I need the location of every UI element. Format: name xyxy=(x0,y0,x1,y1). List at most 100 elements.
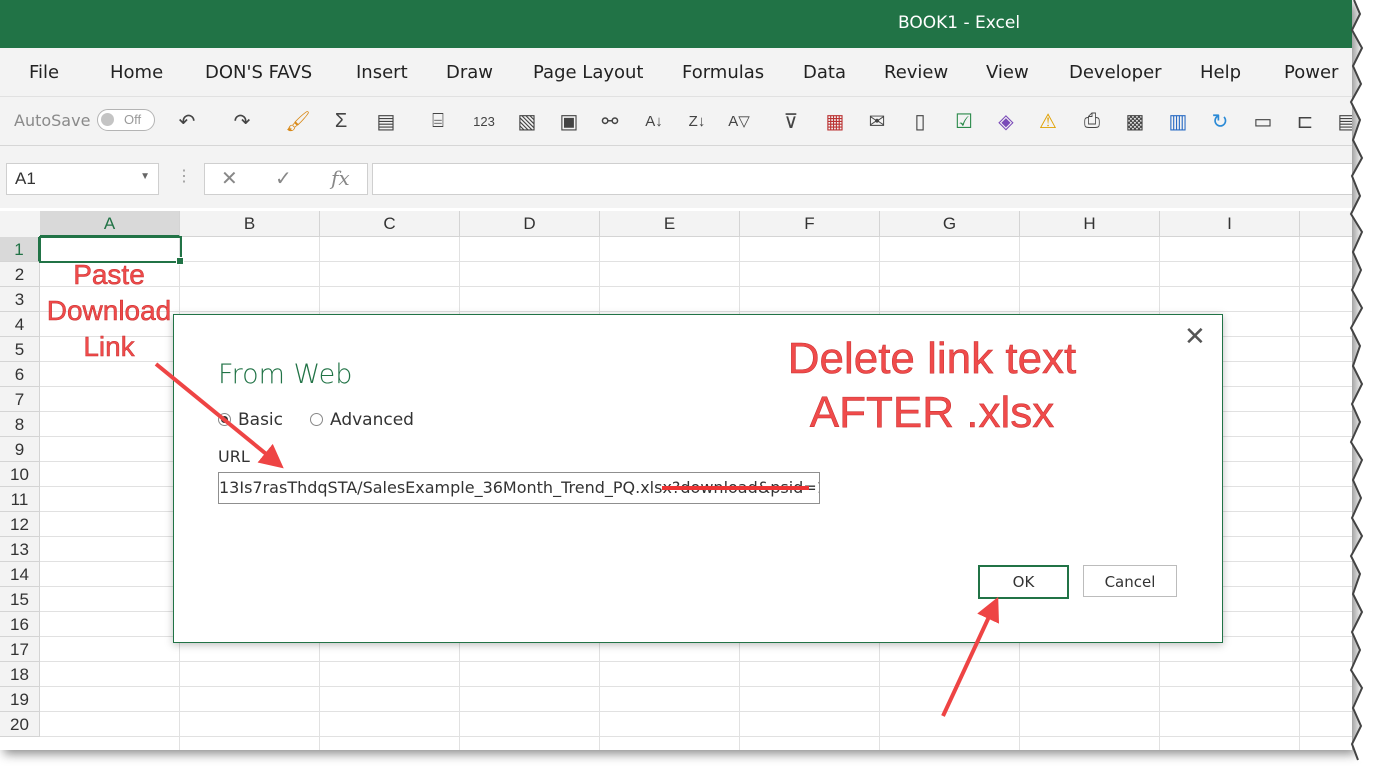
row-header-11[interactable]: 11 xyxy=(0,487,40,512)
tab-formulas[interactable]: Formulas xyxy=(682,62,764,83)
document-icon[interactable]: ▧ xyxy=(514,108,540,134)
format-painter-icon[interactable]: 🖌 xyxy=(285,108,311,134)
formula-input[interactable] xyxy=(372,163,1352,195)
tab-page-layout[interactable]: Page Layout xyxy=(533,62,644,83)
redo-icon[interactable]: ↷ xyxy=(229,108,255,134)
row-header-14[interactable]: 14 xyxy=(0,562,40,587)
warning-icon[interactable]: ⚠ xyxy=(1035,108,1061,134)
row-header-6[interactable]: 6 xyxy=(0,362,40,387)
column-header-c[interactable]: C xyxy=(320,211,460,237)
row-header-10[interactable]: 10 xyxy=(0,462,40,487)
radio-advanced-label: Advanced xyxy=(330,410,414,430)
confirm-entry-icon[interactable]: ✓ xyxy=(275,166,292,191)
tab-insert[interactable]: Insert xyxy=(356,62,408,83)
grid-line xyxy=(1299,237,1300,750)
radio-selected-icon xyxy=(218,413,231,426)
cube-icon[interactable]: ◈ xyxy=(993,108,1019,134)
radio-advanced[interactable]: Advanced xyxy=(310,410,414,430)
grid-line xyxy=(40,661,1352,662)
paste-values-icon[interactable]: ▤ xyxy=(373,108,399,134)
tab-data[interactable]: Data xyxy=(803,62,846,83)
refresh-icon[interactable]: ↻ xyxy=(1207,108,1233,134)
radio-basic[interactable]: Basic xyxy=(218,410,283,430)
column-header-h[interactable]: H xyxy=(1020,211,1160,237)
row-header-13[interactable]: 13 xyxy=(0,537,40,562)
table-icon[interactable]: ▦ xyxy=(822,108,848,134)
sort-desc-icon[interactable]: Z↓ xyxy=(684,108,710,134)
refresh-doc-icon[interactable]: ▣ xyxy=(556,108,582,134)
autosave-state: Off xyxy=(124,112,142,127)
sort-asc-icon[interactable]: A↓ xyxy=(641,108,667,134)
column-header-g[interactable]: G xyxy=(880,211,1020,237)
sort-filter-icon[interactable]: A▽ xyxy=(726,108,752,134)
grid-line xyxy=(40,736,1352,737)
undo-icon[interactable]: ↶ xyxy=(174,108,200,134)
row-header-15[interactable]: 15 xyxy=(0,587,40,612)
column-header-d[interactable]: D xyxy=(460,211,600,237)
print-preview-icon[interactable]: ▩ xyxy=(1122,108,1148,134)
tab-developer[interactable]: Developer xyxy=(1069,62,1162,83)
torn-edge-decoration xyxy=(1349,0,1374,771)
cancel-entry-icon[interactable]: ✕ xyxy=(221,166,238,191)
tab-draw[interactable]: Draw xyxy=(446,62,493,83)
title-bar: BOOK1 - Excel xyxy=(0,0,1352,48)
row-header-2[interactable]: 2 xyxy=(0,262,40,287)
row-header-17[interactable]: 17 xyxy=(0,637,40,662)
row-header-9[interactable]: 9 xyxy=(0,437,40,462)
print-icon[interactable]: ⎙ xyxy=(1079,108,1105,134)
url-input[interactable]: 13Is7rasThdqSTA/SalesExample_36Month_Tre… xyxy=(218,472,820,504)
column-header-i[interactable]: I xyxy=(1160,211,1300,237)
cancel-button[interactable]: Cancel xyxy=(1083,565,1177,597)
link-icon[interactable]: ⚯ xyxy=(597,108,623,134)
row-header-8[interactable]: 8 xyxy=(0,412,40,437)
select-all-corner[interactable] xyxy=(0,211,41,238)
tab-dons-favs[interactable]: DON'S FAVS xyxy=(205,62,312,83)
row-header-12[interactable]: 12 xyxy=(0,512,40,537)
tab-home[interactable]: Home xyxy=(110,62,163,83)
drag-handle-icon[interactable]: ⋮ xyxy=(176,166,192,186)
row-header-16[interactable]: 16 xyxy=(0,612,40,637)
page-icon[interactable]: ▯ xyxy=(907,108,933,134)
chevron-down-icon[interactable]: ▼ xyxy=(140,171,150,182)
row-header-18[interactable]: 18 xyxy=(0,662,40,687)
print-area-icon[interactable]: ▥ xyxy=(1165,108,1191,134)
row-header-3[interactable]: 3 xyxy=(0,287,40,312)
column-header-a[interactable]: A xyxy=(40,211,180,237)
number-format-icon[interactable]: 123 xyxy=(471,108,497,134)
window-title: BOOK1 - Excel xyxy=(898,13,1021,33)
check-doc-icon[interactable]: ☑ xyxy=(951,108,977,134)
name-box[interactable]: A1 ▼ xyxy=(6,163,159,195)
tab-file[interactable]: File xyxy=(29,62,59,83)
autosum-icon[interactable]: Σ xyxy=(328,108,354,134)
tab-help[interactable]: Help xyxy=(1200,62,1241,83)
column-header-f[interactable]: F xyxy=(740,211,880,237)
annotation-line: Download xyxy=(46,295,172,327)
row-header-5[interactable]: 5 xyxy=(0,337,40,362)
open-folder-icon[interactable]: ⊏ xyxy=(1292,108,1318,134)
ribbon-tabs: File Home DON'S FAVS Insert Draw Page La… xyxy=(0,48,1352,97)
folder-icon[interactable]: ▭ xyxy=(1250,108,1276,134)
name-box-value: A1 xyxy=(15,169,36,188)
url-label: URL xyxy=(218,447,250,466)
insert-function-icon[interactable]: fx xyxy=(331,166,350,190)
row-header-7[interactable]: 7 xyxy=(0,387,40,412)
formula-buttons: ✕ ✓ fx xyxy=(204,163,368,195)
tab-power[interactable]: Power xyxy=(1284,62,1338,83)
autosave-toggle[interactable]: Off xyxy=(97,109,155,131)
filter-icon[interactable]: ⊽ xyxy=(778,108,804,134)
column-header-b[interactable]: B xyxy=(180,211,320,237)
present-icon[interactable]: ⌸ xyxy=(425,108,451,134)
image-icon[interactable]: ✉ xyxy=(864,108,890,134)
row-header-1[interactable]: 1 xyxy=(0,237,40,262)
row-header-4[interactable]: 4 xyxy=(0,312,40,337)
autosave-label: AutoSave xyxy=(14,111,91,130)
column-header-e[interactable]: E xyxy=(600,211,740,237)
row-header-19[interactable]: 19 xyxy=(0,687,40,712)
ok-button[interactable]: OK xyxy=(978,565,1069,599)
tab-view[interactable]: View xyxy=(986,62,1029,83)
tab-review[interactable]: Review xyxy=(884,62,948,83)
row-header-20[interactable]: 20 xyxy=(0,712,40,737)
annotation-delete-text: Delete link text AFTER .xlsx xyxy=(772,332,1092,440)
close-icon[interactable]: ✕ xyxy=(1184,321,1206,352)
annotation-line: Link xyxy=(83,331,135,363)
